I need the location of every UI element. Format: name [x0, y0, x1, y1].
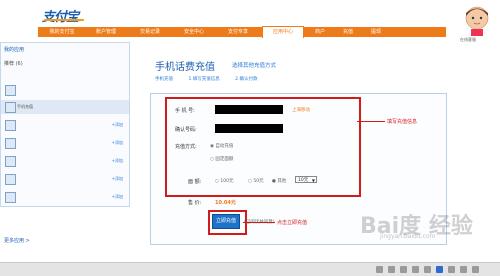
tray-icon[interactable] — [436, 266, 443, 273]
add-link[interactable]: +添加 — [112, 158, 123, 164]
amount-100-option[interactable]: ○ 100元 — [215, 178, 233, 184]
tray-icon[interactable] — [400, 266, 407, 273]
tray-icon[interactable] — [460, 266, 467, 273]
method-auto-option[interactable]: ◉ 自动充值 — [210, 143, 233, 149]
amount-other-option[interactable]: ● 其他 — [272, 178, 286, 184]
method-label: 充值方式: — [175, 144, 197, 150]
step-0[interactable]: 手机充值 — [155, 76, 173, 82]
chevron-down-icon: ▼ — [311, 178, 315, 183]
amount-50-option[interactable]: ○ 50元 — [248, 178, 264, 184]
confirm-label: 确认号码: — [175, 127, 197, 133]
sidebar-item-label: 手机充值 — [17, 104, 33, 109]
top-bar: 支付宝 在线客服 — [0, 0, 500, 42]
logo-swoosh — [44, 19, 84, 21]
tab-recharge[interactable]: 充值 — [336, 27, 360, 37]
page-title: 手机话费充值 — [155, 62, 215, 73]
avatar-label: 在线客服 — [460, 37, 476, 42]
sidebar-item-mobile-recharge[interactable]: 手机充值 — [1, 100, 129, 114]
more-apps-link[interactable]: 更多应用 > — [4, 237, 30, 244]
main-nav: 我的支付宝 账户管理 交易记录 安全中心 支付专享 应用中心 商户 充值 提现 — [38, 26, 446, 38]
step-2: 2.确认付款 — [235, 77, 258, 82]
taskbar — [0, 262, 500, 276]
tab-security[interactable]: 安全中心 — [174, 27, 214, 37]
tab-account[interactable]: 账户管理 — [86, 27, 126, 37]
logo-text: 支付宝 — [42, 10, 79, 25]
tab-app-center[interactable]: 应用中心 — [262, 26, 304, 38]
app-icon — [5, 85, 16, 96]
avatar-icon — [465, 6, 489, 36]
sidebar-item[interactable] — [1, 83, 129, 97]
tray-icon[interactable] — [376, 266, 383, 273]
price-value: 10.04元 — [215, 200, 236, 206]
other-method-link[interactable]: 选择其他充值方式 — [232, 61, 276, 69]
tray-icon[interactable] — [448, 266, 455, 273]
add-link[interactable]: +添加 — [112, 122, 123, 128]
price-label: 售 价: — [188, 200, 202, 206]
phone-label: 手 机 号: — [175, 108, 195, 114]
alipay-logo[interactable]: 支付宝 — [42, 6, 84, 25]
app-icon — [5, 174, 16, 185]
carrier-hint: 上海移动 — [292, 108, 310, 113]
sidebar-item[interactable]: +添加 — [1, 190, 129, 204]
step-1: 1.填写充值信息 — [188, 77, 220, 82]
submit-recharge-button[interactable]: 立即充值 — [212, 214, 240, 229]
callout-fill-info: 填写充值信息 — [387, 119, 418, 125]
app-icon — [5, 138, 16, 149]
tray-icon[interactable] — [472, 266, 479, 273]
tray-icon[interactable] — [424, 266, 431, 273]
watermark-url: jingyan.baidu.com — [380, 233, 436, 240]
amount-label: 面 额: — [188, 179, 202, 185]
phone-icon — [5, 102, 16, 113]
callout-line-submit — [243, 222, 275, 223]
amount-select-value: 10元 — [298, 178, 309, 183]
app-icon — [5, 156, 16, 167]
sidebar-item[interactable]: +添加 — [1, 154, 129, 168]
tray-icon[interactable] — [388, 266, 395, 273]
method-fixed-option[interactable]: ○ 固定面额 — [210, 156, 233, 162]
customer-service-avatar[interactable] — [463, 6, 491, 36]
sidebar: 我的应用 推荐 (6) 手机充值 +添加 +添加 +添加 +添加 +添加 更多应… — [0, 42, 130, 244]
app-icon — [5, 192, 16, 203]
callout-click-pay: 点击立即充值 — [277, 220, 308, 226]
sidebar-item[interactable]: +添加 — [1, 118, 129, 132]
app-icon — [5, 120, 16, 131]
user-area — [256, 8, 286, 14]
tab-my-alipay[interactable]: 我的支付宝 — [42, 27, 82, 37]
tab-records[interactable]: 交易记录 — [130, 27, 170, 37]
amount-select[interactable]: 10元 ▼ — [295, 176, 317, 183]
sidebar-subheader: 推荐 (6) — [4, 61, 23, 67]
tab-withdraw[interactable]: 提现 — [364, 27, 388, 37]
tab-exclusive[interactable]: 支付专享 — [218, 27, 258, 37]
sidebar-header: 我的应用 — [4, 47, 25, 53]
tab-merchant[interactable]: 商户 — [308, 27, 332, 37]
add-link[interactable]: +添加 — [112, 140, 123, 146]
sidebar-item[interactable]: +添加 — [1, 172, 129, 186]
add-link[interactable]: +添加 — [112, 194, 123, 200]
confirm-phone-input[interactable] — [215, 124, 283, 133]
step-nav: 手机充值 1.填写充值信息 2.确认付款 — [155, 76, 271, 82]
sidebar-item[interactable]: +添加 — [1, 136, 129, 150]
phone-input[interactable] — [215, 105, 283, 114]
tray-icon[interactable] — [412, 266, 419, 273]
add-link[interactable]: +添加 — [112, 176, 123, 182]
callout-line-form — [357, 121, 385, 122]
